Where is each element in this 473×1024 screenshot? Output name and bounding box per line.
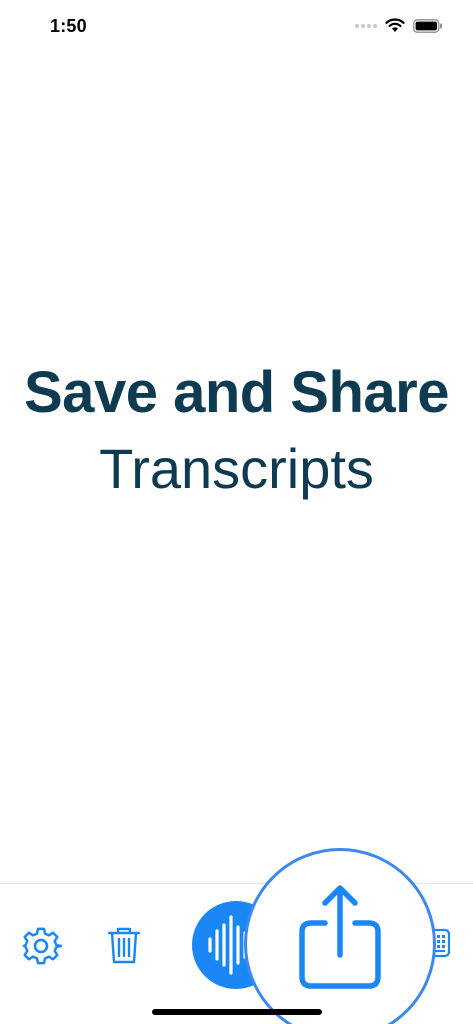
home-indicator	[152, 1009, 322, 1015]
trash-icon	[107, 927, 141, 964]
app-screen: 1:50 Save and Share Transcripts	[0, 0, 473, 1024]
share-button-spotlight[interactable]	[244, 848, 436, 1024]
status-time: 1:50	[50, 16, 87, 36]
battery-icon	[413, 18, 442, 33]
gear-icon	[22, 927, 63, 965]
status-icons	[355, 18, 443, 33]
hero-subtitle: Transcripts	[99, 437, 374, 500]
status-bar: 1:50	[0, 0, 473, 54]
share-icon	[299, 885, 381, 989]
hero-title: Save and Share	[24, 360, 450, 425]
delete-button[interactable]	[106, 925, 142, 965]
wifi-icon	[385, 18, 405, 32]
cellular-signal-icon	[355, 23, 377, 28]
hero: Save and Share Transcripts	[0, 358, 473, 504]
settings-button[interactable]	[20, 925, 63, 967]
